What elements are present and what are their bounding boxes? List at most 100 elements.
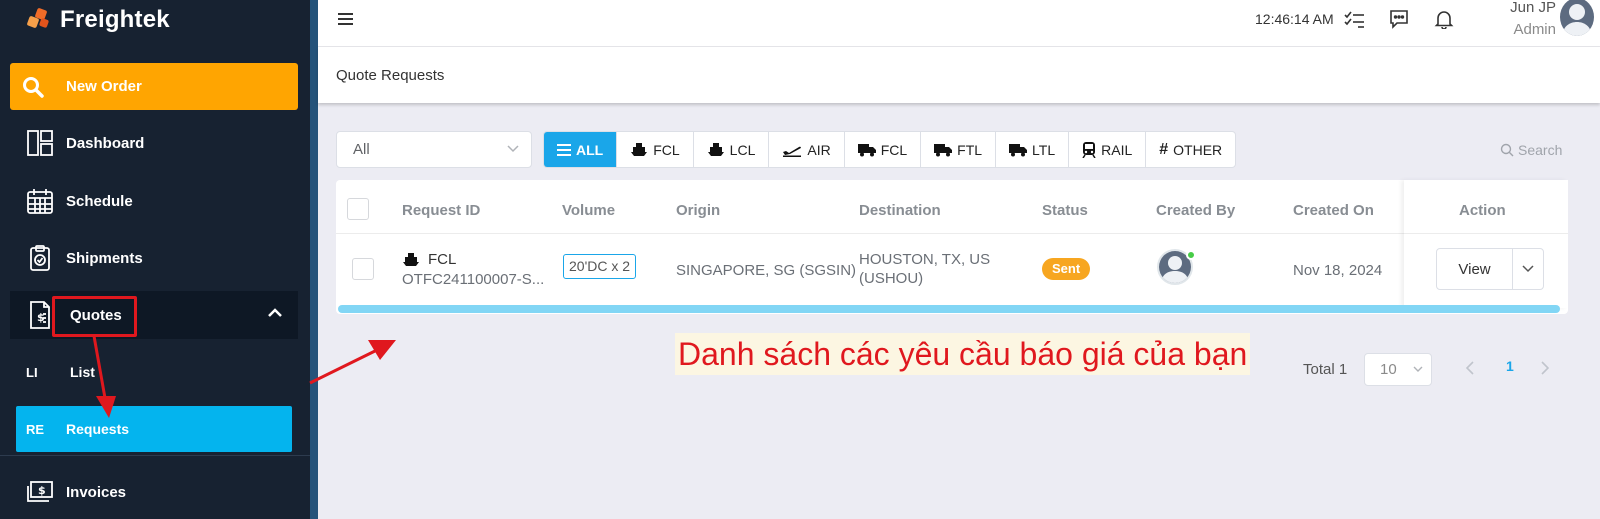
tab-label: FCL <box>653 141 680 158</box>
tab-label: FCL <box>880 141 908 158</box>
sidebar-item-shipments[interactable]: Shipments <box>0 234 310 282</box>
row-checkbox[interactable] <box>352 258 374 280</box>
destination-line1: HOUSTON, TX, US <box>859 251 991 268</box>
new-order-button[interactable]: New Order <box>10 63 298 110</box>
dashboard-icon <box>20 129 60 157</box>
freightek-logo-icon <box>27 8 49 28</box>
tab-ftl[interactable]: FTL <box>921 132 997 167</box>
tab-label: ALL <box>576 141 604 158</box>
user-name: Jun JP <box>1510 0 1556 16</box>
tab-label: AIR <box>807 141 831 158</box>
train-icon <box>1082 141 1096 158</box>
sidebar-item-label: Shipments <box>66 249 143 267</box>
user-role: Admin <box>1513 21 1556 38</box>
tab-fcl-truck[interactable]: FCL <box>845 132 922 167</box>
sidebar-subitem-list[interactable]: LI List <box>20 349 292 395</box>
truck-icon <box>934 143 953 157</box>
sidebar-item-label: Dashboard <box>66 134 145 152</box>
type-filter-value: All <box>353 141 370 158</box>
search-input[interactable]: Search <box>1500 142 1562 158</box>
pagination-total: Total 1 <box>1303 361 1348 378</box>
tab-ltl[interactable]: LTL <box>996 132 1070 167</box>
tab-label: RAIL <box>1101 141 1133 158</box>
invoice-icon: $ <box>20 480 60 504</box>
tab-label: FTL <box>957 141 983 158</box>
page-header: Quote Requests <box>318 47 1600 103</box>
truck-icon <box>857 143 876 157</box>
chevron-down-icon <box>1413 366 1423 373</box>
tab-all[interactable]: ALL <box>544 132 618 167</box>
header-divider <box>336 233 1568 234</box>
ship-icon <box>402 252 420 268</box>
sidebar-subitem-abbr: LI <box>26 364 38 380</box>
column-header-created-by[interactable]: Created By <box>1156 202 1235 219</box>
arrow-to-table <box>309 349 376 385</box>
column-header-action: Action <box>1459 202 1506 219</box>
type-filter-select[interactable]: All <box>336 131 532 168</box>
avatar[interactable] <box>1560 0 1594 36</box>
annotation-note: Danh sách các yêu cầu báo giá của bạn <box>675 333 1251 375</box>
view-button[interactable]: View <box>1436 248 1513 290</box>
column-header-request-id[interactable]: Request ID <box>402 202 480 219</box>
clipboard-icon <box>20 244 60 272</box>
tab-air[interactable]: AIR <box>769 132 845 167</box>
calendar-icon <box>20 187 60 215</box>
sidebar-item-dashboard[interactable]: Dashboard <box>0 119 310 167</box>
arrow-head <box>368 340 396 360</box>
created-on: Nov 18, 2024 <box>1293 262 1383 279</box>
sidebar-item-invoices[interactable]: $ Invoices <box>0 468 310 516</box>
search-placeholder: Search <box>1518 142 1563 158</box>
prev-page-button[interactable] <box>1466 361 1474 375</box>
search-icon <box>22 76 66 98</box>
request-mode: FCL <box>402 250 456 269</box>
search-icon <box>1500 143 1514 157</box>
top-bar: 12:46:14 AM Jun JP Admin <box>318 0 1600 47</box>
request-mode-label: FCL <box>428 251 457 268</box>
chevron-down-icon <box>1522 265 1534 273</box>
status-badge: Sent <box>1042 258 1091 280</box>
header-divider <box>1404 233 1568 234</box>
tab-rail[interactable]: RAIL <box>1069 132 1147 167</box>
sidebar-subitem-label: Requests <box>66 421 130 437</box>
bell-icon[interactable] <box>1434 9 1454 29</box>
sidebar-divider <box>0 455 310 456</box>
chat-icon[interactable] <box>1389 9 1409 29</box>
select-all-checkbox[interactable] <box>347 198 369 220</box>
quotes-highlight-box <box>52 296 137 337</box>
truck-icon <box>1009 143 1028 157</box>
page-number[interactable]: 1 <box>1506 358 1514 374</box>
sidebar-subitem-label: List <box>70 364 95 380</box>
tab-label: LCL <box>729 141 756 158</box>
tab-lcl[interactable]: LCL <box>694 132 770 167</box>
online-status-dot <box>1186 250 1196 260</box>
column-header-origin[interactable]: Origin <box>676 202 720 219</box>
mode-tabs: ALL FCL LCL AIR FCL FTL LTL RAIL # OTHER <box>543 131 1237 168</box>
user-info[interactable]: Jun JP Admin <box>1481 0 1556 41</box>
chevron-up-icon[interactable] <box>268 308 282 318</box>
tab-fcl-ocean[interactable]: FCL <box>617 132 694 167</box>
sidebar-item-label: Invoices <box>66 483 127 501</box>
column-header-status[interactable]: Status <box>1042 202 1088 219</box>
horizontal-scrollbar[interactable] <box>338 305 1560 313</box>
sidebar-subitem-requests[interactable]: RE Requests <box>16 406 292 452</box>
next-page-button[interactable] <box>1541 361 1549 375</box>
clock: 12:46:14 AM <box>1255 11 1334 27</box>
app-logo[interactable]: Freightek <box>24 4 170 36</box>
app-name: Freightek <box>60 6 170 33</box>
column-header-volume[interactable]: Volume <box>562 202 615 219</box>
column-header-destination[interactable]: Destination <box>859 202 941 219</box>
volume-tag: 20'DC x 2 <box>563 254 637 279</box>
sidebar-item-schedule[interactable]: Schedule <box>0 177 310 225</box>
chevron-down-icon <box>507 145 519 153</box>
tab-label: OTHER <box>1173 141 1223 158</box>
tab-other[interactable]: # OTHER <box>1146 132 1235 167</box>
plane-icon <box>782 143 802 157</box>
view-dropdown-button[interactable] <box>1512 248 1544 290</box>
sidebar: Freightek New Order Dashboard Schedule S… <box>0 0 318 519</box>
task-checklist-icon[interactable] <box>1344 9 1366 29</box>
hamburger-menu-icon[interactable] <box>338 12 354 26</box>
column-header-created-on[interactable]: Created On <box>1293 202 1374 219</box>
page-size-select[interactable]: 10 <box>1364 353 1432 386</box>
request-id[interactable]: OTFC241100007-S... <box>402 270 544 289</box>
destination-line2: (USHOU) <box>859 270 924 287</box>
